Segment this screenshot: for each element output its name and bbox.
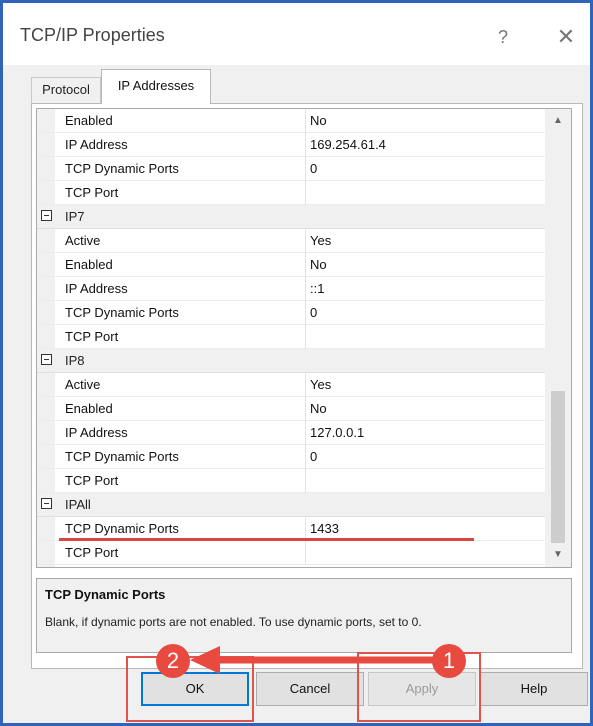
- description-text: Blank, if dynamic ports are not enabled.…: [45, 615, 422, 629]
- close-icon[interactable]: ✕: [552, 23, 580, 51]
- collapse-icon[interactable]: [41, 210, 52, 221]
- property-grid: Enabled No IP Address 169.254.61.4 TCP Dynam…: [36, 108, 572, 568]
- highlight-underline: [59, 538, 474, 541]
- property-name: TCP Port: [65, 473, 119, 488]
- collapse-icon[interactable]: [41, 354, 52, 365]
- property-row[interactable]: Enabled No: [37, 253, 545, 277]
- property-name: IP Address: [65, 425, 128, 440]
- dialog-title: TCP/IP Properties: [20, 25, 165, 45]
- category-label: IPAll: [65, 497, 91, 512]
- property-name: Enabled: [65, 257, 113, 272]
- property-value[interactable]: No: [305, 109, 540, 133]
- property-value[interactable]: No: [305, 253, 540, 277]
- property-row[interactable]: IP Address 169.254.61.4: [37, 133, 545, 157]
- help-icon[interactable]: ?: [489, 23, 517, 51]
- vertical-scrollbar[interactable]: ▲ ▼: [545, 109, 571, 567]
- property-value[interactable]: Yes: [305, 229, 540, 253]
- property-name: IP Address: [65, 281, 128, 296]
- property-row[interactable]: TCP Dynamic Ports 0: [37, 157, 545, 181]
- property-name: Enabled: [65, 113, 113, 128]
- category-label: IP7: [65, 209, 85, 224]
- property-name: TCP Port: [65, 185, 119, 200]
- property-name: Enabled: [65, 401, 113, 416]
- scroll-down-icon[interactable]: ▼: [545, 545, 571, 565]
- property-value[interactable]: [305, 181, 540, 205]
- step-1-badge: 1: [432, 644, 466, 678]
- property-value[interactable]: ::1: [305, 277, 540, 301]
- category-label: IP8: [65, 353, 85, 368]
- property-row[interactable]: TCP Port: [37, 469, 545, 493]
- description-title: TCP Dynamic Ports: [45, 587, 166, 602]
- category-row[interactable]: IPAll: [37, 493, 545, 517]
- property-row[interactable]: IP Address::1: [37, 277, 545, 301]
- property-name: IP Address: [65, 137, 128, 152]
- property-row[interactable]: TCP Dynamic Ports 0: [37, 301, 545, 325]
- property-row[interactable]: TCP Dynamic Ports 0: [37, 445, 545, 469]
- property-value[interactable]: 0: [305, 445, 540, 469]
- help-button[interactable]: Help: [480, 672, 588, 706]
- property-value[interactable]: 169.254.61.4: [305, 133, 540, 157]
- property-name: TCP Dynamic Ports: [65, 161, 179, 176]
- property-value[interactable]: [305, 325, 540, 349]
- property-row[interactable]: TCP Port: [37, 325, 545, 349]
- title-bar: TCP/IP Properties ? ✕: [3, 3, 590, 65]
- category-row[interactable]: IP8: [37, 349, 545, 373]
- property-name: TCP Port: [65, 329, 119, 344]
- property-name: TCP Dynamic Ports: [65, 305, 179, 320]
- property-row[interactable]: Enabled No: [37, 397, 545, 421]
- property-row[interactable]: Active Yes: [37, 373, 545, 397]
- property-name: TCP Dynamic Ports: [65, 449, 179, 464]
- property-name: TCP Port: [65, 545, 119, 560]
- property-value[interactable]: [305, 469, 540, 493]
- property-row[interactable]: IP Address 127.0.0.1: [37, 421, 545, 445]
- property-value[interactable]: [305, 541, 540, 565]
- property-value[interactable]: Yes: [305, 373, 540, 397]
- step-2-badge: 2: [156, 644, 190, 678]
- property-row[interactable]: TCP Port: [37, 541, 545, 565]
- property-row[interactable]: TCP Port: [37, 181, 545, 205]
- scrollbar-thumb[interactable]: [551, 391, 565, 543]
- arrow-left-icon: [190, 646, 434, 674]
- property-row[interactable]: Enabled No: [37, 109, 545, 133]
- tab-protocol[interactable]: Protocol: [31, 77, 101, 103]
- category-row[interactable]: IP7: [37, 205, 545, 229]
- property-name: Active: [65, 377, 101, 392]
- property-name: Active: [65, 233, 101, 248]
- property-row[interactable]: Active Yes: [37, 229, 545, 253]
- scroll-up-icon[interactable]: ▲: [545, 111, 571, 131]
- tab-ip-addresses[interactable]: IP Addresses: [101, 69, 211, 104]
- property-value[interactable]: No: [305, 397, 540, 421]
- property-value[interactable]: 0: [305, 301, 540, 325]
- collapse-icon[interactable]: [41, 498, 52, 509]
- property-value[interactable]: 0: [305, 157, 540, 181]
- property-value[interactable]: 127.0.0.1: [305, 421, 540, 445]
